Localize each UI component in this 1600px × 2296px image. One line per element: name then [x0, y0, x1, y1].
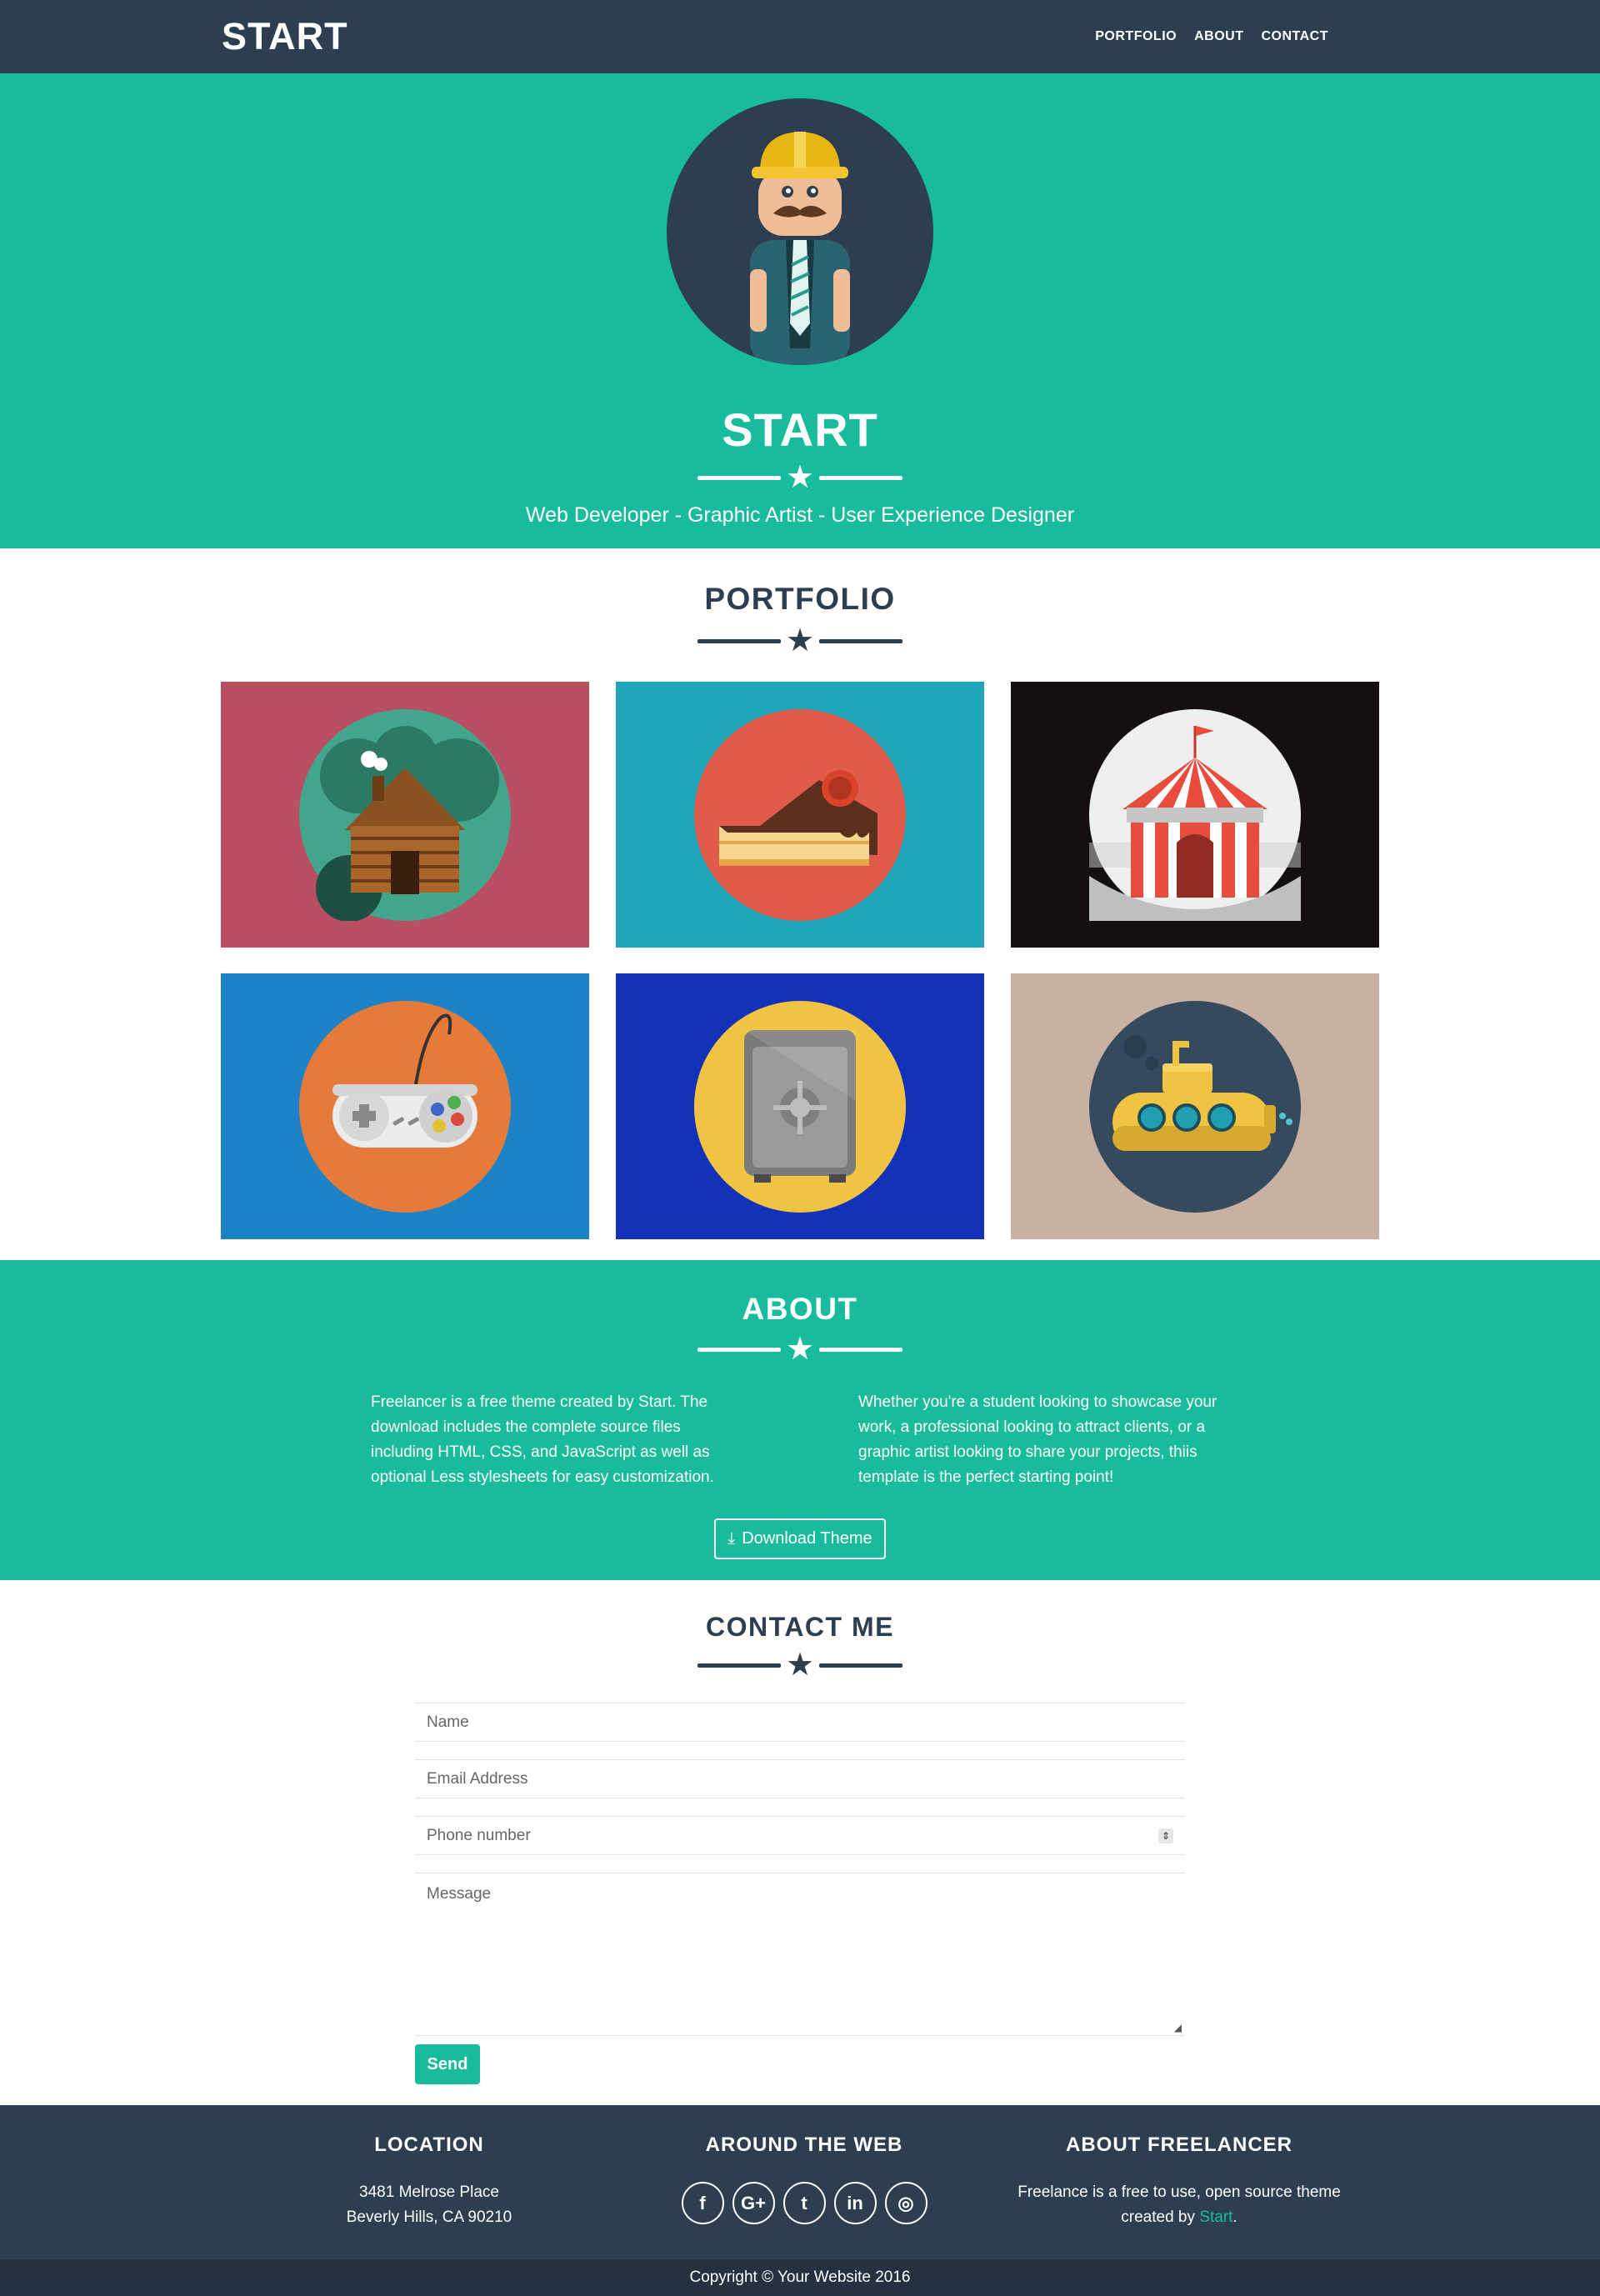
footer-around-web: AROUND THE WEB f G+ t in ◎ — [617, 2105, 992, 2259]
star-icon: ★ — [785, 1332, 815, 1367]
portfolio-section: PORTFOLIO ★ — [0, 548, 1600, 1260]
divider-line — [819, 1663, 903, 1668]
address: 3481 Melrose Place Beverly Hills, CA 902… — [242, 2180, 617, 2230]
star-divider: ★ — [0, 1649, 1600, 1681]
email-field[interactable]: Email Address — [415, 1759, 1185, 1798]
safe-icon — [694, 1000, 906, 1213]
footer: LOCATION 3481 Melrose Place Beverly Hill… — [0, 2105, 1600, 2259]
dribbble-icon[interactable]: ◎ — [884, 2182, 928, 2224]
nav-contact-link[interactable]: CONTACT — [1261, 29, 1328, 44]
about-columns: Freelancer is a free theme created by St… — [371, 1390, 1229, 1490]
footer-about: ABOUT FREELANCER Freelance is a free to … — [992, 2105, 1367, 2259]
game-controller-icon — [299, 1000, 511, 1213]
cabin-icon — [299, 708, 511, 921]
name-field[interactable]: Name — [415, 1703, 1185, 1742]
copyright: Copyright © Your Website 2016 — [0, 2259, 1600, 2296]
around-web-title: AROUND THE WEB — [705, 2133, 903, 2156]
facebook-icon[interactable]: f — [681, 2182, 724, 2224]
portfolio-item-submarine[interactable] — [1011, 973, 1379, 1239]
star-icon: ★ — [785, 1648, 815, 1683]
nav-links: PORTFOLIO ABOUT CONTACT — [1095, 29, 1328, 44]
message-placeholder: Message — [427, 1885, 492, 1903]
linkedin-icon[interactable]: in — [833, 2182, 877, 2224]
about-title: ABOUT — [742, 1292, 858, 1326]
navbar: START PORTFOLIO ABOUT CONTACT — [0, 0, 1600, 73]
phone-field[interactable]: Phone number ⇕ — [415, 1816, 1185, 1855]
portfolio-item-safe[interactable] — [616, 973, 984, 1239]
send-button[interactable]: Send — [415, 2044, 480, 2084]
about-freelancer-body: Freelance is a free to use, open source … — [1018, 2183, 1341, 2226]
contact-section: CONTACT ME ★ Name Email Address Phone nu… — [0, 1580, 1600, 2105]
worker-avatar-icon — [667, 98, 933, 365]
star-divider: ★ — [697, 460, 903, 495]
divider-line — [697, 475, 781, 480]
hero-subtitle: Web Developer - Graphic Artist - User Ex… — [525, 503, 1075, 527]
about-freelancer-end: . — [1232, 2208, 1238, 2226]
start-link[interactable]: Start — [1199, 2208, 1232, 2226]
location-title: LOCATION — [374, 2133, 484, 2156]
portfolio-item-circus[interactable] — [1011, 682, 1379, 948]
divider-line — [697, 1663, 781, 1668]
google-plus-icon[interactable]: G+ — [732, 2182, 775, 2224]
divider-line — [697, 638, 781, 643]
portfolio-item-cabin[interactable] — [221, 682, 589, 948]
address-line-1: 3481 Melrose Place — [359, 2183, 499, 2201]
about-text-right: Whether you're a student looking to show… — [858, 1393, 1218, 1486]
twitter-icon[interactable]: t — [782, 2182, 826, 2224]
star-divider: ★ — [0, 1333, 1600, 1365]
about-text-left: Freelancer is a free theme created by St… — [371, 1393, 714, 1486]
nav-about-link[interactable]: ABOUT — [1194, 29, 1243, 44]
divider-line — [697, 1347, 781, 1352]
message-field[interactable]: Message ◢ — [415, 1873, 1185, 2036]
star-icon: ★ — [785, 623, 815, 658]
submarine-icon — [1089, 1000, 1301, 1213]
portfolio-item-controller[interactable] — [221, 973, 589, 1239]
hero-title: START — [722, 403, 878, 456]
social-links: f G+ t in ◎ — [617, 2182, 992, 2224]
brand-logo[interactable]: START — [222, 15, 348, 58]
email-placeholder: Email Address — [427, 1769, 528, 1788]
address-line-2: Beverly Hills, CA 90210 — [346, 2208, 512, 2226]
about-freelancer-text: Freelance is a free to use, open source … — [992, 2180, 1367, 2230]
download-icon: ⤓ — [728, 1529, 736, 1548]
nav-portfolio-link[interactable]: PORTFOLIO — [1095, 29, 1177, 44]
download-label: Download Theme — [742, 1529, 872, 1548]
divider-line — [819, 1347, 903, 1352]
footer-location: LOCATION 3481 Melrose Place Beverly Hill… — [242, 2105, 617, 2259]
portfolio-title: PORTFOLIO — [704, 582, 896, 616]
download-theme-button[interactable]: ⤓ Download Theme — [714, 1518, 886, 1559]
about-freelancer-title: ABOUT FREELANCER — [1066, 2133, 1292, 2156]
divider-line — [819, 638, 903, 643]
portfolio-item-cake[interactable] — [616, 682, 984, 948]
contact-form: Name Email Address Phone number ⇕ Messag… — [415, 1703, 1185, 2084]
resize-grip-icon[interactable]: ◢ — [1174, 2022, 1182, 2033]
divider-line — [819, 475, 903, 480]
hero-section: START ★ Web Developer - Graphic Artist -… — [0, 73, 1600, 548]
cake-icon — [694, 708, 906, 921]
name-placeholder: Name — [427, 1713, 469, 1731]
portfolio-grid — [221, 682, 1379, 1239]
star-icon: ★ — [785, 460, 815, 495]
phone-placeholder: Phone number — [427, 1826, 531, 1844]
contact-title: CONTACT ME — [706, 1612, 894, 1642]
number-spinner[interactable]: ⇕ — [1158, 1828, 1173, 1843]
star-divider: ★ — [0, 625, 1600, 657]
circus-tent-icon — [1089, 708, 1301, 921]
about-section: ABOUT ★ Freelancer is a free theme creat… — [0, 1260, 1600, 1580]
